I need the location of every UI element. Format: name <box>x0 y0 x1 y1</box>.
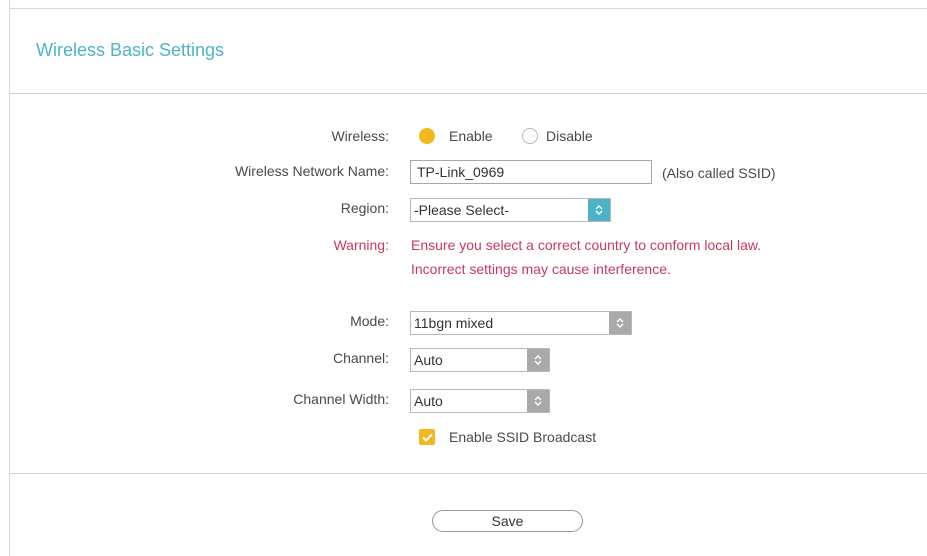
page-title: Wireless Basic Settings <box>36 40 225 60</box>
mode-select-value: 11bgn mixed <box>414 315 494 331</box>
channel-width-select[interactable]: Auto <box>410 389 550 413</box>
region-select[interactable]: -Please Select- <box>410 198 611 222</box>
channel-label: Channel: <box>332 350 389 366</box>
ssid-input[interactable]: TP-Link_0969 <box>410 160 652 184</box>
chevron-up-down-icon[interactable] <box>527 349 549 371</box>
ssid-hint: (Also called SSID) <box>662 165 776 181</box>
wireless-enable-radio[interactable] <box>419 128 435 144</box>
title-divider <box>9 93 927 94</box>
chevron-up-down-icon[interactable] <box>609 312 631 334</box>
footer-divider <box>9 473 927 474</box>
chevron-up-down-icon[interactable] <box>527 390 549 412</box>
mode-select[interactable]: 11bgn mixed <box>410 311 632 335</box>
wireless-disable-label[interactable]: Disable <box>546 128 593 144</box>
wireless-disable-radio[interactable] <box>522 128 538 144</box>
warning-text-line2: Incorrect settings may cause interferenc… <box>411 261 671 277</box>
channel-width-select-value: Auto <box>414 393 443 409</box>
region-select-value: -Please Select- <box>414 202 509 218</box>
wireless-enable-label[interactable]: Enable <box>449 128 493 144</box>
wireless-label: Wireless: <box>331 128 389 144</box>
region-label: Region: <box>340 200 389 216</box>
channel-select-value: Auto <box>414 352 443 368</box>
checkmark-icon <box>421 433 433 442</box>
mode-label: Mode: <box>350 313 389 329</box>
warning-label: Warning: <box>333 237 389 253</box>
ssid-broadcast-label[interactable]: Enable SSID Broadcast <box>449 429 596 445</box>
save-button[interactable]: Save <box>432 510 583 532</box>
channel-select[interactable]: Auto <box>410 348 550 372</box>
ssid-broadcast-checkbox[interactable] <box>419 429 435 445</box>
chevron-up-down-icon[interactable] <box>588 199 610 221</box>
panel-top-border <box>9 8 927 9</box>
warning-text-line1: Ensure you select a correct country to c… <box>411 237 762 253</box>
ssid-label: Wireless Network Name: <box>234 163 389 179</box>
channel-width-label: Channel Width: <box>293 391 389 407</box>
